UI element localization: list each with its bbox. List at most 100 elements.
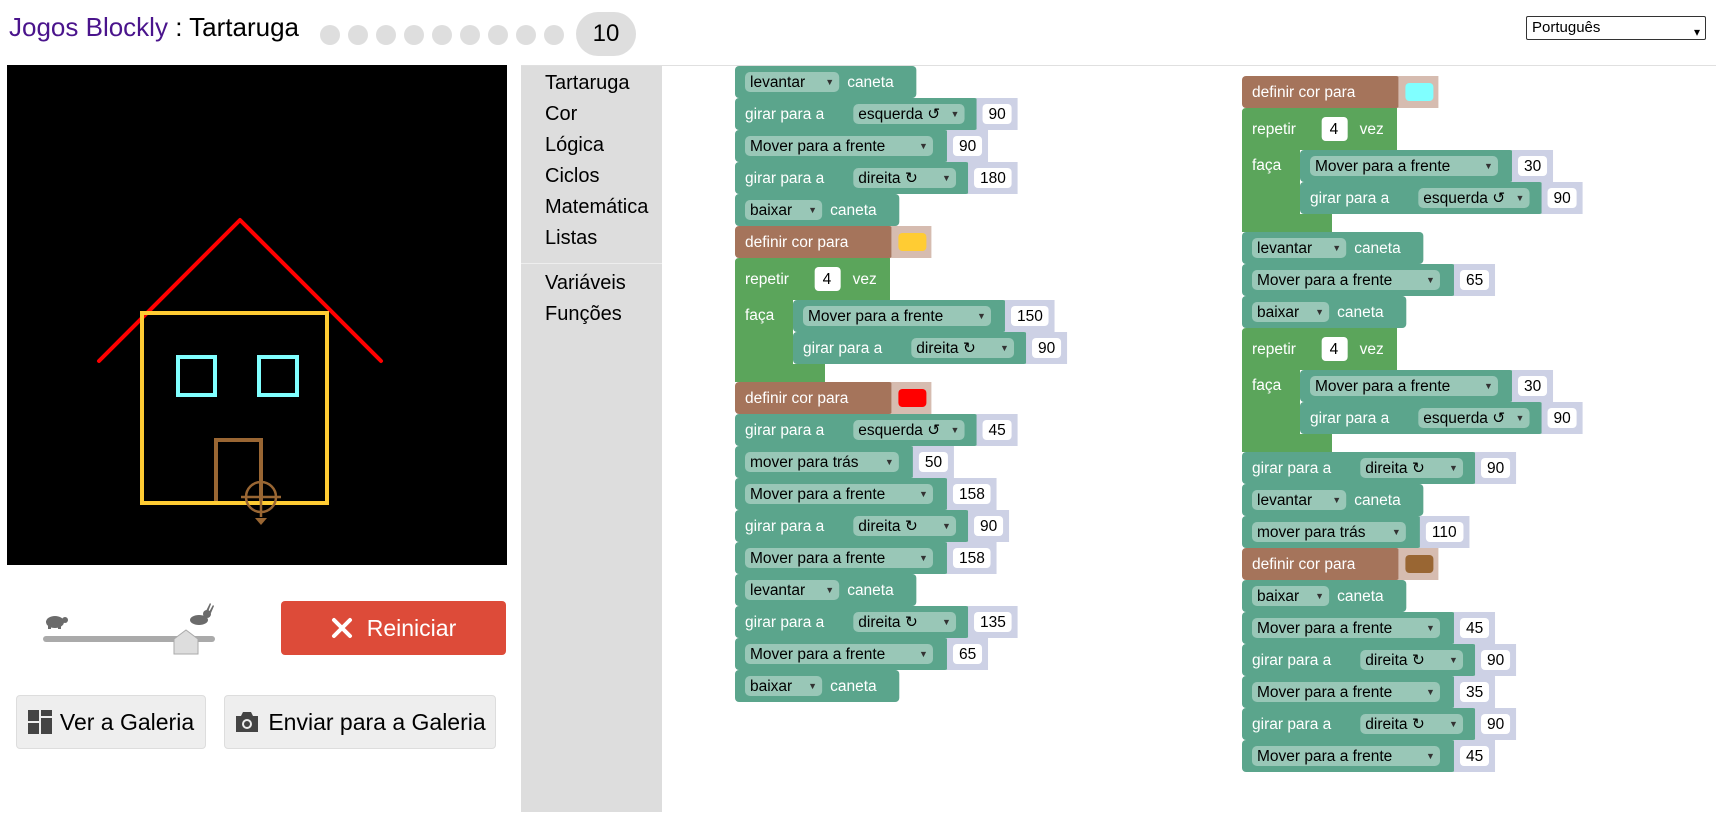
colour-block[interactable]: definir cor para — [735, 226, 932, 258]
move-block[interactable]: Mover para a frente ▼ 158 — [735, 478, 997, 510]
move-dropdown-label: Mover para a frente — [1315, 378, 1450, 395]
dropdown-arrow-icon: ▼ — [942, 617, 951, 627]
pen-label: caneta — [1354, 492, 1401, 509]
slow-turtle-icon — [46, 616, 68, 629]
turn-block[interactable]: girar para a direita ↻ ▼ 135 — [735, 606, 1018, 638]
gallery-icon — [27, 710, 52, 734]
colour-swatch[interactable] — [898, 389, 927, 407]
level-5-dot[interactable] — [432, 25, 452, 45]
dropdown-arrow-icon: ▼ — [1000, 343, 1009, 353]
pen-block[interactable]: levantar ▼ caneta — [735, 66, 917, 98]
colour-block[interactable]: definir cor para — [1242, 76, 1439, 108]
move-block[interactable]: Mover para a frente ▼ 35 — [1242, 676, 1496, 708]
move-block[interactable]: Mover para a frente ▼ 150 — [793, 300, 1055, 332]
colour-swatch[interactable] — [898, 233, 927, 251]
pen-block[interactable]: baixar ▼ caneta — [1242, 296, 1407, 328]
dropdown-arrow-icon: ▼ — [919, 489, 928, 499]
direction-dropdown-label: direita ↻ — [858, 518, 918, 535]
turn-block[interactable]: girar para a esquerda ↺ ▼ 90 — [1300, 402, 1583, 434]
turn-block[interactable]: girar para a esquerda ↺ ▼ 90 — [1300, 182, 1583, 214]
dropdown-arrow-icon: ▼ — [825, 585, 834, 595]
pen-label: caneta — [1337, 304, 1384, 321]
number-value: 65 — [1466, 272, 1483, 289]
pen-block[interactable]: levantar ▼ caneta — [1242, 232, 1424, 264]
reset-label: Reiniciar — [366, 614, 457, 641]
speed-thumb[interactable] — [173, 629, 199, 655]
chevron-down-icon: ▾ — [1693, 25, 1700, 39]
move-block[interactable]: Mover para a frente ▼ 30 — [1300, 370, 1554, 402]
move-block[interactable]: Mover para a frente ▼ 65 — [735, 638, 989, 670]
turn-label: girar para a — [803, 340, 883, 357]
turn-block[interactable]: girar para a direita ↻ ▼ 180 — [735, 162, 1018, 194]
pen-dropdown-label: levantar — [1257, 492, 1312, 509]
language-select[interactable]: Português ▾ — [1526, 16, 1706, 40]
do-label: faça — [745, 307, 775, 324]
toolbox-category-variaveis[interactable]: Variáveis — [545, 270, 626, 296]
level-8-dot[interactable] — [516, 25, 536, 45]
current-level-badge[interactable]: 10 — [576, 12, 636, 56]
colour-block[interactable]: definir cor para — [1242, 548, 1439, 580]
direction-dropdown-label: direita ↻ — [916, 340, 976, 357]
turn-label: girar para a — [1252, 716, 1332, 733]
turn-label: girar para a — [745, 106, 825, 123]
move-block[interactable]: mover para trás ▼ 110 — [1242, 516, 1470, 548]
dropdown-arrow-icon: ▼ — [919, 553, 928, 563]
move-block[interactable]: Mover para a frente ▼ 90 — [735, 130, 989, 162]
number-value: 45 — [1466, 748, 1483, 765]
close-icon — [331, 617, 359, 639]
move-block[interactable]: mover para trás ▼ 50 — [735, 446, 954, 478]
turn-block[interactable]: girar para a direita ↻ ▼ 90 — [1242, 452, 1517, 484]
move-block[interactable]: Mover para a frente ▼ 158 — [735, 542, 997, 574]
turn-block[interactable]: girar para a direita ↻ ▼ 90 — [1242, 644, 1517, 676]
colour-swatch[interactable] — [1405, 555, 1434, 573]
toolbox-category-cor[interactable]: Cor — [545, 101, 577, 127]
level-7-dot[interactable] — [488, 25, 508, 45]
turn-block[interactable]: girar para a direita ↻ ▼ 90 — [1242, 708, 1517, 740]
turtle-canvas — [7, 65, 507, 565]
pen-block[interactable]: baixar ▼ caneta — [735, 670, 900, 702]
blocks-workspace[interactable]: levantar ▼ caneta girar para a esquerda ↺ ▼ 90… — [662, 66, 1716, 812]
turtle-icon — [241, 477, 281, 525]
level-6-dot[interactable] — [460, 25, 480, 45]
toolbox-category-funcoes[interactable]: Funções — [545, 301, 622, 327]
pen-block[interactable]: levantar ▼ caneta — [1242, 484, 1424, 516]
level-2-dot[interactable] — [348, 25, 368, 45]
colour-block[interactable]: definir cor para — [735, 382, 932, 414]
speed-slider[interactable] — [40, 602, 215, 655]
move-block[interactable]: Mover para a frente ▼ 45 — [1242, 740, 1496, 772]
reset-button[interactable]: Reiniciar — [281, 601, 506, 655]
turn-block[interactable]: girar para a esquerda ↺ ▼ 90 — [735, 98, 1018, 130]
games-home-link[interactable]: Jogos Blockly — [9, 12, 168, 42]
move-block[interactable]: Mover para a frente ▼ 65 — [1242, 264, 1496, 296]
dropdown-arrow-icon: ▼ — [942, 521, 951, 531]
move-dropdown-label: Mover para a frente — [1315, 158, 1450, 175]
level-4-dot[interactable] — [404, 25, 424, 45]
level-3-dot[interactable] — [376, 25, 396, 45]
turn-block[interactable]: girar para a direita ↻ ▼ 90 — [735, 510, 1010, 542]
pen-block[interactable]: baixar ▼ caneta — [735, 194, 900, 226]
submit-to-gallery-button[interactable]: Enviar para a Galeria — [224, 695, 496, 749]
dropdown-arrow-icon: ▼ — [1315, 307, 1324, 317]
toolbox-category-listas[interactable]: Listas — [545, 225, 597, 251]
colour-swatch[interactable] — [1405, 83, 1434, 101]
turn-block[interactable]: girar para a esquerda ↺ ▼ 45 — [735, 414, 1018, 446]
dropdown-arrow-icon: ▼ — [1426, 623, 1435, 633]
level-1-dot[interactable] — [320, 25, 340, 45]
blocks-canvas[interactable]: levantar ▼ caneta girar para a esquerda ↺ ▼ 90… — [662, 66, 1716, 812]
toolbox-category-ciclos[interactable]: Ciclos — [545, 163, 599, 189]
toolbox-category-matematica[interactable]: Matemática — [545, 194, 648, 220]
number-value: 110 — [1432, 524, 1457, 541]
turn-block[interactable]: girar para a direita ↻ ▼ 90 — [793, 332, 1068, 364]
pen-block[interactable]: levantar ▼ caneta — [735, 574, 917, 606]
pen-block[interactable]: baixar ▼ caneta — [1242, 580, 1407, 612]
toolbox-category-logica[interactable]: Lógica — [545, 132, 604, 158]
view-gallery-button[interactable]: Ver a Galeria — [16, 695, 206, 749]
toolbox-category-tartaruga[interactable]: Tartaruga — [545, 70, 630, 96]
pen-label: caneta — [847, 74, 894, 91]
move-block[interactable]: Mover para a frente ▼ 45 — [1242, 612, 1496, 644]
pen-dropdown-label: baixar — [1257, 588, 1299, 605]
move-block[interactable]: Mover para a frente ▼ 30 — [1300, 150, 1554, 182]
dropdown-arrow-icon: ▼ — [919, 141, 928, 151]
turn-label: girar para a — [1252, 460, 1332, 477]
level-9-dot[interactable] — [544, 25, 564, 45]
